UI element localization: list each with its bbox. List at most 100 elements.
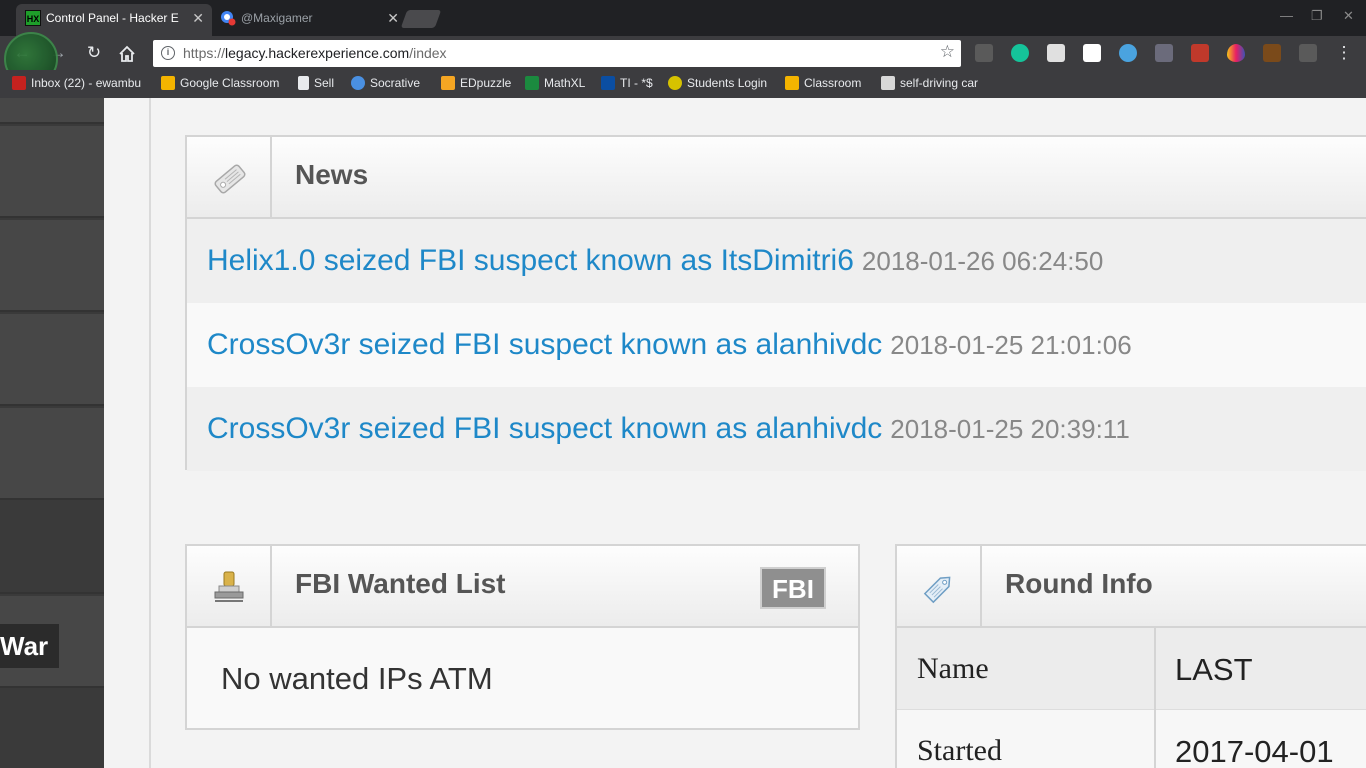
home-icon[interactable] bbox=[118, 45, 136, 63]
bookmark-label: Students Login bbox=[687, 76, 768, 90]
extension-film-icon[interactable] bbox=[975, 44, 993, 62]
bookmark-sell[interactable]: Sell bbox=[298, 76, 334, 90]
row-key: Name bbox=[917, 652, 989, 685]
sidebar-item[interactable] bbox=[0, 694, 104, 768]
extension-s-icon[interactable] bbox=[1047, 44, 1065, 62]
menu-kebab-icon[interactable]: ⋮ bbox=[1332, 41, 1356, 65]
round-title: Round Info bbox=[1005, 568, 1153, 599]
tag-icon bbox=[214, 164, 246, 194]
news-link[interactable]: CrossOv3r seized FBI suspect known as al… bbox=[207, 412, 882, 445]
bookmark-self-driving-car[interactable]: self-driving car bbox=[881, 76, 978, 90]
bookmark-label: Google Classroom bbox=[180, 76, 280, 90]
tab-control-panel[interactable]: HX Control Panel - Hacker E ✕ bbox=[16, 4, 212, 36]
column-divider bbox=[1154, 710, 1156, 768]
news-item: CrossOv3r seized FBI suspect known as al… bbox=[187, 303, 1366, 387]
sidebar-item[interactable] bbox=[0, 220, 104, 312]
url-domain: legacy.hackerexperience.com bbox=[225, 45, 410, 61]
bookmarks-bar: Inbox (22) - ewambu Google Classroom Sel… bbox=[0, 70, 1366, 98]
tab-strip: HX Control Panel - Hacker E ✕ @Maxigamer… bbox=[0, 0, 1366, 36]
news-widget: News Helix1.0 seized FBI suspect known a… bbox=[185, 135, 1366, 471]
news-date: 2018-01-26 06:24:50 bbox=[861, 246, 1104, 276]
info-icon[interactable]: i bbox=[161, 46, 175, 60]
bookmark-label: Classroom bbox=[804, 76, 862, 90]
fbi-wanted-widget: FBI Wanted List FBI No wanted IPs ATM bbox=[185, 544, 860, 730]
news-date: 2018-01-25 21:01:06 bbox=[890, 330, 1132, 360]
fbi-title: FBI Wanted List bbox=[295, 568, 506, 599]
sidebar-item[interactable] bbox=[0, 314, 104, 406]
news-item: CrossOv3r seized FBI suspect known as al… bbox=[187, 387, 1366, 471]
table-row: Started 2017-04-01 bbox=[897, 710, 1366, 768]
extension-box-icon[interactable] bbox=[1263, 44, 1281, 62]
browser-toolbar: ← → ↻ i https://legacy.hackerexperience.… bbox=[0, 36, 1366, 70]
bookmark-socrative[interactable]: Socrative bbox=[351, 76, 420, 90]
maximize-icon[interactable]: ❐ bbox=[1311, 8, 1323, 24]
extension-red-icon[interactable] bbox=[1191, 44, 1209, 62]
url-scheme: https:// bbox=[183, 45, 226, 61]
bookmark-inbox[interactable]: Inbox (22) - ewambu bbox=[12, 76, 141, 90]
grammarly-icon[interactable] bbox=[1011, 44, 1029, 62]
extension-bar-icon[interactable] bbox=[1083, 44, 1101, 62]
bookmark-label: EDpuzzle bbox=[460, 76, 512, 90]
extension-knot-icon[interactable] bbox=[1299, 44, 1317, 62]
news-link[interactable]: Helix1.0 seized FBI suspect known as Its… bbox=[207, 244, 854, 277]
tab-title: @Maxigamer bbox=[241, 11, 313, 25]
edpuzzle-icon bbox=[441, 76, 455, 90]
bookmark-label: self-driving car bbox=[900, 76, 979, 90]
minimize-icon[interactable]: — bbox=[1280, 8, 1293, 23]
bookmark-label: Sell bbox=[314, 76, 335, 90]
mathxl-icon bbox=[525, 76, 539, 90]
close-icon[interactable]: ✕ bbox=[387, 4, 399, 32]
bookmark-classroom[interactable]: Classroom bbox=[785, 76, 861, 90]
sidebar-item[interactable] bbox=[0, 408, 104, 500]
close-window-icon[interactable]: ✕ bbox=[1343, 8, 1354, 24]
news-link[interactable]: CrossOv3r seized FBI suspect known as al… bbox=[207, 328, 882, 361]
tab-maxigamer[interactable]: @Maxigamer ✕ bbox=[211, 4, 407, 36]
fbi-badge: FBI bbox=[760, 567, 826, 609]
news-header: News bbox=[187, 137, 1366, 219]
folder-icon bbox=[881, 76, 895, 90]
news-list: Helix1.0 seized FBI suspect known as Its… bbox=[187, 219, 1366, 471]
column-divider bbox=[1154, 628, 1156, 710]
classroom-icon bbox=[785, 76, 799, 90]
bookmark-label: TI - *$ bbox=[620, 76, 653, 90]
bookmark-students-login[interactable]: Students Login bbox=[668, 76, 767, 90]
bookmark-mathxl[interactable]: MathXL bbox=[525, 76, 585, 90]
address-bar[interactable]: i https://legacy.hackerexperience.com/in… bbox=[153, 40, 961, 67]
page-icon bbox=[298, 76, 309, 90]
table-row: Name LAST bbox=[897, 628, 1366, 710]
sidebar-item[interactable] bbox=[0, 98, 104, 124]
gmail-icon bbox=[12, 76, 26, 90]
new-tab-button[interactable] bbox=[400, 10, 442, 28]
main-content: News Helix1.0 seized FBI suspect known a… bbox=[104, 98, 1366, 768]
bookmark-label: Inbox (22) - ewambu bbox=[31, 76, 142, 90]
row-value: LAST bbox=[1175, 652, 1253, 687]
bookmark-edpuzzle[interactable]: EDpuzzle bbox=[441, 76, 511, 90]
divider bbox=[149, 98, 151, 768]
ti-icon bbox=[601, 76, 615, 90]
students-icon bbox=[668, 76, 682, 90]
news-title: News bbox=[295, 159, 369, 190]
extension-star-icon[interactable] bbox=[1119, 44, 1137, 62]
round-info-widget: Round Info Name LAST Started 2017-04-01 bbox=[895, 544, 1366, 768]
sidebar-item[interactable] bbox=[0, 502, 104, 594]
stamp-icon bbox=[214, 571, 244, 602]
hacker-experience-favicon-icon: HX bbox=[25, 10, 41, 26]
extension-heart-icon[interactable] bbox=[1227, 44, 1245, 62]
sidebar-item[interactable] bbox=[0, 126, 104, 218]
bookmark-google-classroom[interactable]: Google Classroom bbox=[161, 76, 279, 90]
row-value: 2017-04-01 bbox=[1175, 734, 1334, 768]
war-label[interactable]: War bbox=[0, 624, 59, 668]
fbi-empty-message: No wanted IPs ATM bbox=[221, 661, 493, 696]
socrative-icon bbox=[351, 76, 365, 90]
reload-icon[interactable]: ↻ bbox=[82, 41, 106, 65]
bookmark-star-icon[interactable]: ☆ bbox=[940, 42, 955, 62]
hangouts-favicon-icon bbox=[221, 11, 236, 26]
extension-dots-icon[interactable] bbox=[1155, 44, 1173, 62]
bookmark-label: Socrative bbox=[370, 76, 421, 90]
news-date: 2018-01-25 20:39:11 bbox=[890, 414, 1130, 444]
fbi-icon-box bbox=[187, 546, 272, 626]
price-tag-icon bbox=[923, 576, 951, 604]
close-icon[interactable]: ✕ bbox=[192, 4, 204, 32]
fbi-header: FBI Wanted List FBI bbox=[187, 546, 858, 628]
bookmark-ti[interactable]: TI - *$ bbox=[601, 76, 653, 90]
